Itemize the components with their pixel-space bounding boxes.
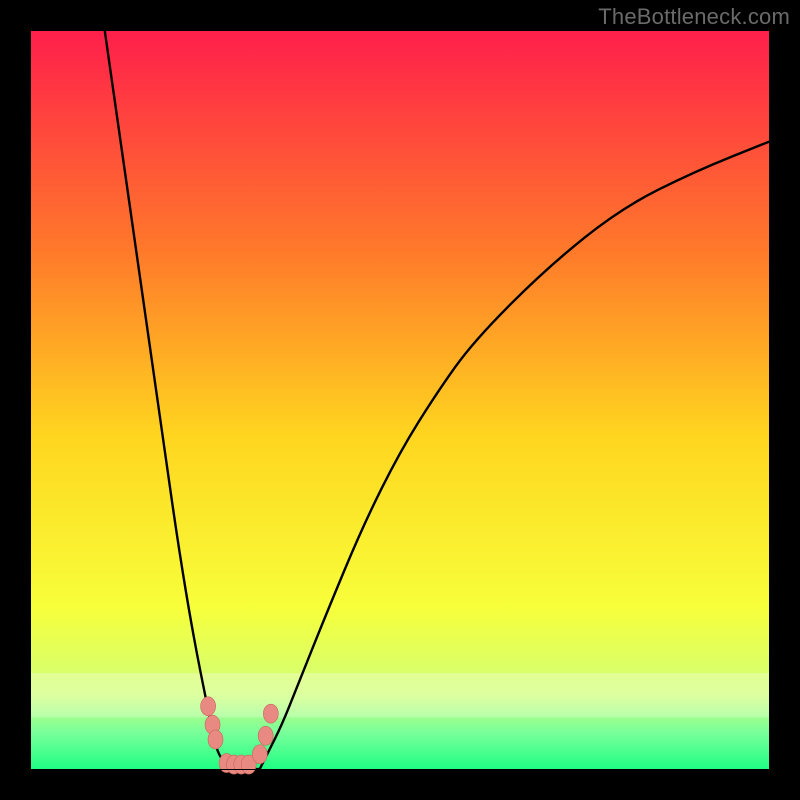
data-marker bbox=[201, 697, 216, 716]
data-marker bbox=[208, 730, 223, 749]
pale-band bbox=[31, 673, 769, 717]
data-marker bbox=[263, 704, 278, 723]
data-marker bbox=[258, 726, 273, 745]
data-marker bbox=[252, 745, 267, 764]
bottleneck-chart bbox=[0, 0, 800, 800]
chart-frame: TheBottleneck.com bbox=[0, 0, 800, 800]
plot-background bbox=[31, 31, 769, 769]
attribution-label: TheBottleneck.com bbox=[598, 4, 790, 30]
